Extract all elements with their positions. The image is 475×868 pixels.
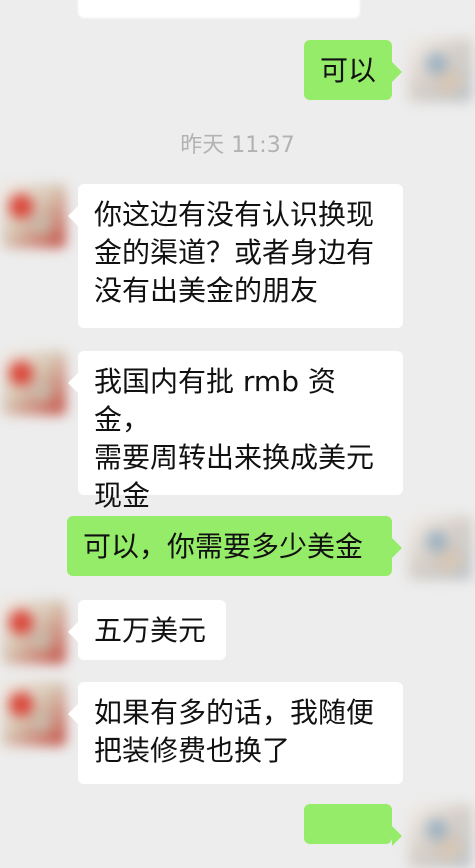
outgoing-message-2[interactable]: 可以，你需要多少美金	[67, 516, 402, 576]
outgoing-message-partial[interactable]	[304, 804, 402, 846]
incoming-message-4[interactable]: 如果有多的话，我随便 把装修费也换了	[68, 682, 403, 784]
self-avatar[interactable]	[408, 516, 472, 580]
self-avatar[interactable]	[408, 804, 472, 868]
incoming-message-2[interactable]: 我国内有批 rmb 资金， 需要周转出来换成美元 现金	[68, 351, 403, 512]
self-avatar[interactable]	[408, 38, 472, 102]
contact-avatar[interactable]	[2, 351, 66, 415]
contact-avatar[interactable]	[2, 600, 66, 664]
contact-avatar[interactable]	[2, 184, 66, 248]
message-timestamp: 昨天 11:37	[180, 133, 295, 158]
incoming-message-3[interactable]: 五万美元	[68, 600, 226, 660]
outgoing-message-1[interactable]: 可以	[304, 40, 402, 100]
cropped-incoming-message[interactable]	[78, 0, 360, 18]
contact-avatar[interactable]	[2, 682, 66, 746]
incoming-message-1[interactable]: 你这边有没有认识换现 金的渠道？或者身边有 没有出美金的朋友	[68, 184, 403, 328]
